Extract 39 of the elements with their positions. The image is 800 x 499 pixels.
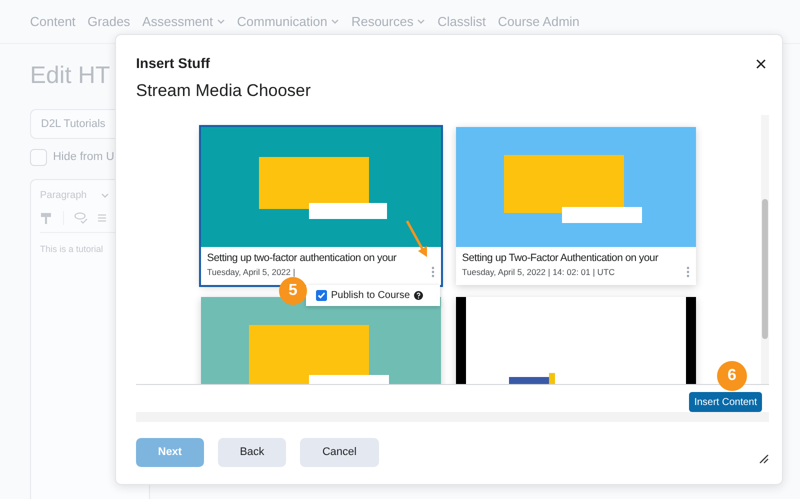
video-date: Tuesday, April 5, 2022 | <box>207 266 296 278</box>
nav-link[interactable]: Communication <box>237 12 340 32</box>
hide-label: Hide from U <box>53 150 114 165</box>
more-options-icon[interactable] <box>431 266 435 278</box>
hide-checkbox[interactable] <box>30 149 47 166</box>
nav-link[interactable]: Course Admin <box>498 12 580 32</box>
chevron-down-icon <box>100 193 109 198</box>
page-heading: Edit HT <box>30 61 110 91</box>
chevron-down-icon <box>417 19 426 24</box>
video-card[interactable]: Setting up Two-Factor Authentication on your Tuesday, April 5, 2022 | 14: 02: 01 | UTC <box>456 127 696 285</box>
more-options-icon[interactable] <box>686 266 690 278</box>
close-icon[interactable] <box>755 58 767 70</box>
nav-link[interactable]: Resources <box>351 12 426 32</box>
resize-handle-icon[interactable] <box>759 454 769 464</box>
dialog-button[interactable]: Back <box>218 438 286 467</box>
nav-link[interactable]: Assessment <box>142 12 225 32</box>
nav-link[interactable]: Classlist <box>437 12 486 32</box>
video-title: Setting up two-factor authentication on your <box>207 251 398 266</box>
dialog-title: Insert Stuff <box>136 55 210 71</box>
scrollbar[interactable] <box>761 115 769 384</box>
help-icon[interactable] <box>414 291 423 300</box>
dialog-button[interactable]: Cancel <box>300 438 379 467</box>
align-icon[interactable] <box>98 213 106 224</box>
title-field[interactable]: D2L Tutorials <box>30 109 115 139</box>
insert-content-button[interactable]: Insert Content <box>689 392 762 412</box>
nav-link[interactable]: Grades <box>88 12 130 32</box>
video-card[interactable]: Setting up two-factor authentication on your Tuesday, April 5, 2022 | <box>201 127 441 285</box>
paint-roller-icon[interactable] <box>40 212 53 225</box>
video-title: Setting up Two-Factor Authentication on your <box>462 251 660 266</box>
chevron-down-icon <box>217 19 225 24</box>
eye-check-icon[interactable] <box>74 212 88 224</box>
horizontal-scrollbar[interactable] <box>136 412 769 422</box>
publish-checkbox[interactable] <box>316 290 327 301</box>
dialog-subtitle: Stream Media Chooser <box>136 80 312 102</box>
publish-label: Publish to Course <box>331 289 410 303</box>
step-callout: 6 <box>717 361 747 391</box>
chevron-down-icon <box>331 19 340 24</box>
nav-link[interactable]: Content <box>30 12 76 32</box>
video-date: Tuesday, April 5, 2022 | 14: 02: 01 | UTC <box>462 266 615 278</box>
